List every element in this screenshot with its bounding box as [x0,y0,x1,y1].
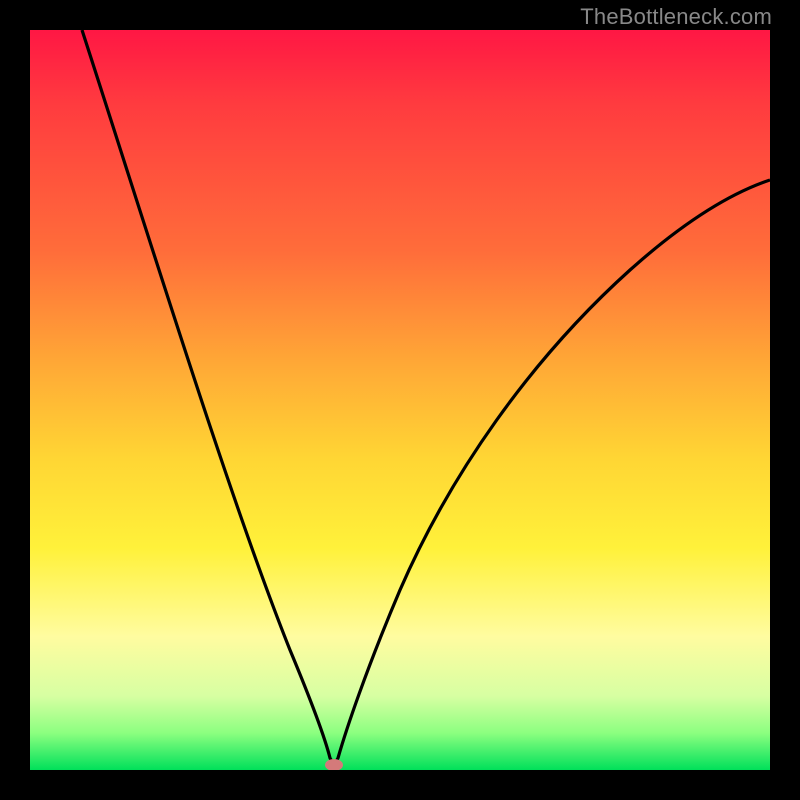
minimum-marker [325,759,343,770]
bottleneck-curve [30,30,770,770]
chart-frame: TheBottleneck.com [0,0,800,800]
watermark-text: TheBottleneck.com [580,4,772,30]
curve-right [334,180,770,765]
plot-area [30,30,770,770]
curve-left [82,30,334,765]
